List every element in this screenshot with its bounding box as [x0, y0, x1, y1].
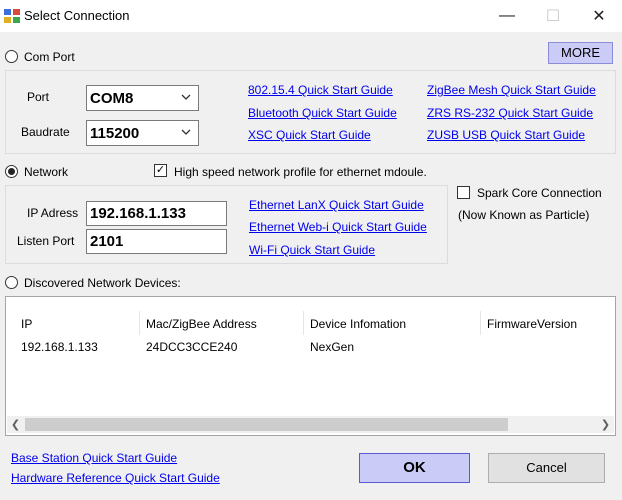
- link-zusb-usb-guide[interactable]: ZUSB USB Quick Start Guide: [427, 128, 585, 142]
- discovered-devices-label: Discovered Network Devices:: [24, 276, 181, 290]
- chevron-down-icon: [181, 94, 191, 100]
- window-title: Select Connection: [24, 8, 130, 23]
- listen-port-label: Listen Port: [17, 234, 75, 248]
- port-combobox[interactable]: COM8: [86, 85, 199, 111]
- com-port-label: Com Port: [24, 50, 75, 64]
- link-ethernet-webi-guide[interactable]: Ethernet Web-i Quick Start Guide: [249, 220, 427, 234]
- spark-core-checkbox[interactable]: [457, 186, 470, 199]
- horizontal-scrollbar[interactable]: ❮ ❯: [7, 416, 614, 433]
- more-button[interactable]: MORE: [548, 42, 613, 64]
- baudrate-label: Baudrate: [21, 125, 70, 139]
- spark-core-label: Spark Core Connection: [477, 186, 602, 200]
- scrollbar-thumb[interactable]: [25, 418, 508, 431]
- ip-address-value: 192.168.1.133: [90, 205, 186, 222]
- cell-mac: 24DCC3CCE240: [146, 340, 238, 354]
- cell-device-info: NexGen: [310, 340, 355, 354]
- spark-core-subtitle: (Now Known as Particle): [458, 208, 590, 222]
- link-xsc-guide[interactable]: XSC Quick Start Guide: [248, 128, 371, 142]
- maximize-button[interactable]: ☐: [530, 0, 576, 32]
- network-radio[interactable]: [5, 165, 18, 178]
- link-wifi-guide[interactable]: Wi-Fi Quick Start Guide: [249, 243, 375, 257]
- link-hardware-reference-guide[interactable]: Hardware Reference Quick Start Guide: [11, 471, 220, 485]
- high-speed-label: High speed network profile for ethernet …: [174, 165, 427, 179]
- column-header-ip[interactable]: IP: [15, 311, 140, 335]
- com-port-radio[interactable]: [5, 50, 18, 63]
- port-label: Port: [27, 90, 50, 104]
- cancel-button[interactable]: Cancel: [488, 453, 605, 483]
- close-button[interactable]: ✕: [576, 0, 622, 32]
- high-speed-checkbox[interactable]: ✓: [154, 164, 167, 177]
- baudrate-value: 115200: [90, 125, 140, 142]
- minimize-button[interactable]: —: [484, 0, 530, 32]
- device-list-header: IP Mac/ZigBee Address Device Infomation …: [15, 311, 615, 335]
- chevron-down-icon: [181, 129, 191, 135]
- ip-address-label: IP Adress: [27, 206, 79, 220]
- device-list[interactable]: IP Mac/ZigBee Address Device Infomation …: [5, 296, 616, 436]
- link-802-15-4-guide[interactable]: 802.15.4 Quick Start Guide: [248, 83, 393, 97]
- scroll-right-icon[interactable]: ❯: [597, 416, 614, 433]
- listen-port-value: 2101: [90, 233, 124, 250]
- link-bluetooth-guide[interactable]: Bluetooth Quick Start Guide: [248, 106, 397, 120]
- listen-port-input[interactable]: 2101: [86, 229, 227, 254]
- scroll-left-icon[interactable]: ❮: [7, 416, 24, 433]
- column-header-firmware[interactable]: FirmwareVersion: [481, 311, 615, 335]
- app-icon: [4, 9, 20, 23]
- title-bar: Select Connection — ☐ ✕: [0, 0, 622, 32]
- network-label: Network: [24, 165, 69, 179]
- port-value: COM8: [90, 90, 134, 107]
- link-ethernet-lanx-guide[interactable]: Ethernet LanX Quick Start Guide: [249, 198, 424, 212]
- ip-address-input[interactable]: 192.168.1.133: [86, 201, 227, 226]
- cell-ip: 192.168.1.133: [21, 340, 98, 354]
- link-zrs-rs232-guide[interactable]: ZRS RS-232 Quick Start Guide: [427, 106, 593, 120]
- baudrate-combobox[interactable]: 115200: [86, 120, 199, 146]
- column-header-device-info[interactable]: Device Infomation: [304, 311, 481, 335]
- link-zigbee-mesh-guide[interactable]: ZigBee Mesh Quick Start Guide: [427, 83, 596, 97]
- column-header-mac[interactable]: Mac/ZigBee Address: [140, 311, 304, 335]
- table-row[interactable]: 192.168.1.133 24DCC3CCE240 NexGen: [15, 337, 615, 357]
- ok-button[interactable]: OK: [359, 453, 470, 483]
- link-base-station-guide[interactable]: Base Station Quick Start Guide: [11, 451, 177, 465]
- discovered-devices-radio[interactable]: [5, 276, 18, 289]
